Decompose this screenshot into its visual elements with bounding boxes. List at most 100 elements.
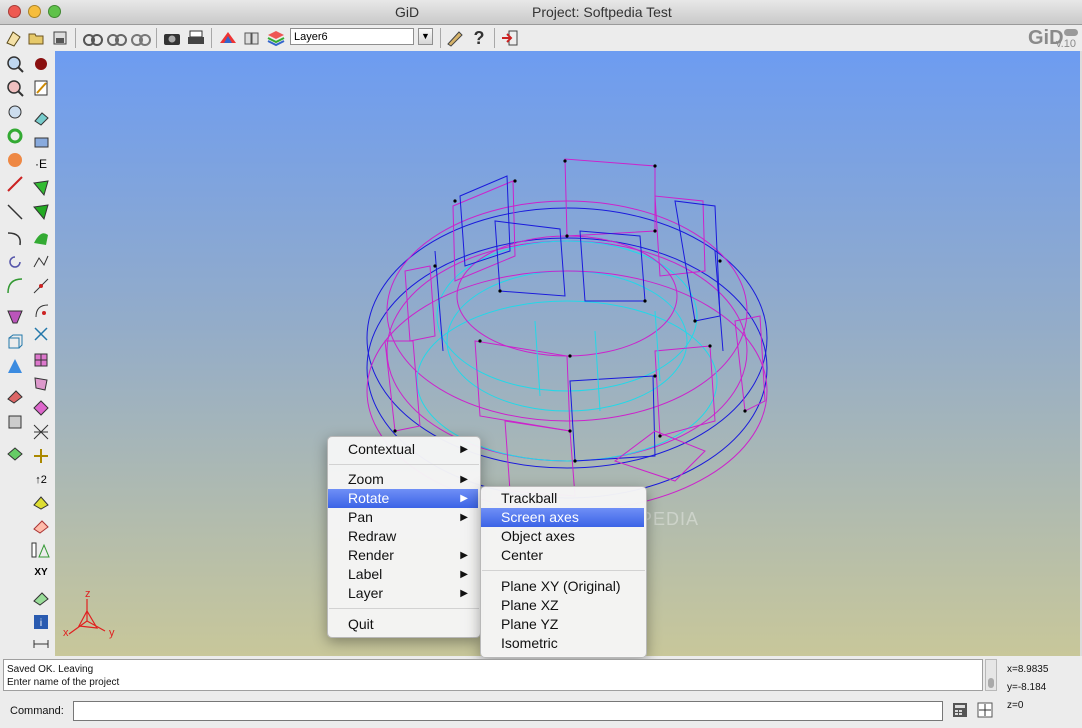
straight-line-icon[interactable]: [4, 201, 26, 223]
nurbs-surface-icon[interactable]: [30, 201, 52, 223]
message-log: Saved OK. Leaving Enter name of the proj…: [3, 659, 983, 691]
submenu-arrow-icon: ▶: [460, 569, 468, 580]
copy-surface-icon[interactable]: [4, 443, 26, 465]
command-input[interactable]: [73, 701, 943, 721]
log-scrollbar[interactable]: [985, 659, 997, 691]
menu-item-label[interactable]: Label ▶: [328, 565, 478, 584]
mesh-grid-icon[interactable]: [30, 421, 52, 443]
submenu-arrow-icon: ▶: [460, 474, 468, 485]
rotate-view-icon[interactable]: [4, 101, 26, 123]
svg-text:i: i: [40, 618, 42, 629]
entity-icon[interactable]: ·E: [30, 153, 52, 175]
cube-icon[interactable]: [4, 331, 26, 353]
rotate-entity-icon[interactable]: ↑2: [30, 469, 52, 491]
rectangle-icon[interactable]: [30, 131, 52, 153]
main-toolbar: Layer6 ▼ ?: [0, 25, 1082, 52]
curved-surface-icon[interactable]: [30, 227, 52, 249]
layers-icon[interactable]: [265, 27, 287, 49]
submenu-item-isometric[interactable]: Isometric: [481, 634, 644, 653]
zoom-out-icon[interactable]: [106, 27, 128, 49]
scissors-icon[interactable]: [30, 323, 52, 345]
menu-item-contextual[interactable]: Contextual ▶: [328, 440, 478, 459]
submenu-item-trackball[interactable]: Trackball: [481, 489, 644, 508]
xy-coordinate-icon[interactable]: XY: [30, 561, 52, 583]
coordinate-readout: x=8.9835 y=-8.184 z=0: [1000, 658, 1082, 728]
app-name: GiD: [395, 4, 420, 20]
scale-icon[interactable]: [30, 515, 52, 537]
calculator-icon[interactable]: [950, 700, 970, 720]
zoom-out-tool-icon[interactable]: [4, 77, 26, 99]
coord-z: z=0: [1007, 700, 1024, 711]
zoom-icon[interactable]: [4, 53, 26, 75]
info-icon[interactable]: i: [30, 611, 52, 633]
zoom-in-icon[interactable]: [82, 27, 104, 49]
record-icon[interactable]: [30, 53, 52, 75]
log-line: Saved OK. Leaving: [7, 664, 94, 675]
submenu-item-center[interactable]: Center: [481, 546, 644, 565]
submenu-item-object-axes[interactable]: Object axes: [481, 527, 644, 546]
save-icon[interactable]: [49, 27, 71, 49]
menu-item-render[interactable]: Render ▶: [328, 546, 478, 565]
arc-icon[interactable]: [4, 227, 26, 249]
exit-icon[interactable]: [499, 27, 521, 49]
scrollbar-thumb[interactable]: [988, 678, 994, 688]
crosshair-icon[interactable]: [975, 700, 995, 720]
axis-y-label: y: [109, 627, 115, 639]
gid-logo: GiD v.10: [1026, 27, 1082, 51]
point-edit-icon[interactable]: [30, 275, 52, 297]
zoom-frame-icon[interactable]: [130, 27, 152, 49]
zoom-window-button[interactable]: [48, 5, 61, 18]
menu-item-rotate[interactable]: Rotate ▶: [328, 489, 478, 508]
sphere-render-icon[interactable]: [4, 149, 26, 171]
submenu-item-plane-xz[interactable]: Plane XZ: [481, 596, 644, 615]
recycle-icon[interactable]: [4, 125, 26, 147]
menu-item-quit[interactable]: Quit: [328, 615, 478, 634]
submenu-item-plane-yz[interactable]: Plane YZ: [481, 615, 644, 634]
move-icon[interactable]: [30, 445, 52, 467]
mesh-icon[interactable]: [30, 349, 52, 371]
eraser-tool-icon[interactable]: [4, 385, 26, 407]
translate-icon[interactable]: [30, 491, 52, 513]
volume-icon[interactable]: [4, 305, 26, 327]
close-window-button[interactable]: [8, 5, 21, 18]
check-mesh-icon[interactable]: [30, 397, 52, 419]
minimize-window-button[interactable]: [28, 5, 41, 18]
coord-y: y=-8.184: [1007, 682, 1047, 693]
curve-icon[interactable]: [4, 275, 26, 297]
logo-version: v.10: [1056, 38, 1076, 50]
camera-icon[interactable]: [161, 27, 183, 49]
deform-icon[interactable]: [30, 373, 52, 395]
polyline-icon[interactable]: [30, 251, 52, 273]
axis-x-label: x: [63, 627, 69, 639]
menu-item-pan[interactable]: Pan ▶: [328, 508, 478, 527]
layer-select[interactable]: Layer6: [290, 28, 414, 45]
render-icon[interactable]: [217, 27, 239, 49]
measure-icon[interactable]: [30, 539, 52, 561]
surface-icon[interactable]: [30, 177, 52, 199]
create-line-icon[interactable]: [4, 173, 26, 195]
hole-icon[interactable]: [30, 299, 52, 321]
menu-item-redraw[interactable]: Redraw: [328, 527, 478, 546]
view-books-icon[interactable]: [241, 27, 263, 49]
distance-icon[interactable]: [30, 633, 52, 655]
print-icon[interactable]: [185, 27, 207, 49]
menu-item-zoom[interactable]: Zoom ▶: [328, 470, 478, 489]
spiral-icon[interactable]: [4, 251, 26, 273]
context-menu: Contextual ▶ Zoom ▶ Rotate ▶ Pan ▶ Redraw Re…: [327, 436, 481, 638]
help-icon[interactable]: ?: [468, 27, 490, 49]
log-line: Enter name of the project: [7, 677, 120, 688]
submenu-arrow-icon: ▶: [460, 550, 468, 561]
delete-icon[interactable]: [4, 411, 26, 433]
notepad-icon[interactable]: [30, 77, 52, 99]
edit-preferences-icon[interactable]: [444, 27, 466, 49]
layer-dropdown-button[interactable]: ▼: [418, 28, 433, 45]
move-point-icon[interactable]: [30, 587, 52, 609]
submenu-item-plane-xy[interactable]: Plane XY (Original): [481, 577, 644, 596]
submenu-item-screen-axes[interactable]: Screen axes: [481, 508, 644, 527]
prism-icon[interactable]: [4, 355, 26, 377]
menu-item-layer[interactable]: Layer ▶: [328, 584, 478, 603]
rotate-submenu: Trackball Screen axes Object axes Center…: [480, 486, 647, 658]
new-file-icon[interactable]: [2, 27, 24, 49]
eraser-icon[interactable]: [30, 107, 52, 129]
open-folder-icon[interactable]: [25, 27, 47, 49]
